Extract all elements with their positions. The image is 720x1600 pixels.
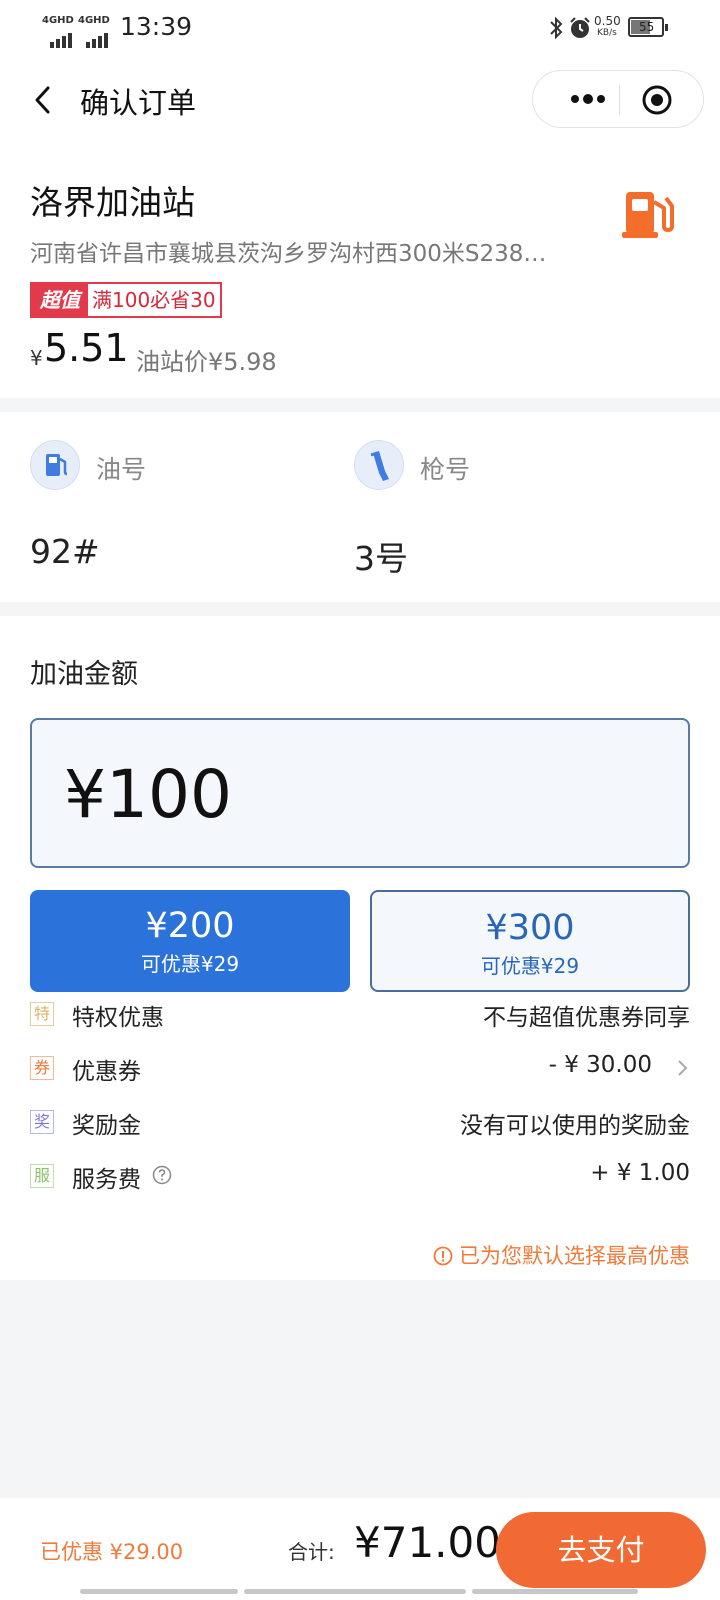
station-card: 洛界加油站 河南省许昌市襄城县茨沟乡罗沟村西300米S238… 超值 满100必… — [0, 144, 720, 398]
help-icon[interactable] — [152, 1165, 172, 1185]
promo-badge: 超值 满100必省30 — [30, 282, 222, 318]
total-amount: ¥71.00 — [354, 1518, 501, 1567]
tip-text: 已为您默认选择最高优惠 — [459, 1244, 690, 1268]
miniprogram-capsule — [532, 70, 704, 128]
amount-card: 加油金额 ¥100 ¥200 可优惠¥29 ¥300 可优惠¥29 特 特权优惠… — [0, 616, 720, 1280]
reward-row: 奖 奖励金 没有可以使用的奖励金 — [30, 1104, 690, 1144]
coupon-row[interactable]: 券 优惠券 - ¥ 30.00 — [30, 1050, 690, 1090]
chevron-right-icon — [678, 1060, 688, 1076]
alarm-icon — [570, 17, 590, 38]
signal-1-label: 4GHD — [42, 15, 74, 26]
status-bar: 4GHD 4GHD 13:39 0.50 KB/s 55 — [0, 0, 720, 56]
capsule-divider — [619, 85, 620, 115]
amount-option-200[interactable]: ¥200 可优惠¥29 — [30, 890, 350, 992]
checkout-bar: 已优惠 ¥29.00 合计: ¥71.00 去支付 — [0, 1498, 720, 1600]
amount-input[interactable]: ¥100 — [30, 718, 690, 868]
nav-bar: 确认订单 — [0, 56, 720, 144]
gesture-bar-left — [80, 1589, 238, 1594]
amount-option-discount: 可优惠¥29 — [480, 954, 580, 978]
best-discount-tip: 已为您默认选择最高优惠 — [433, 1240, 690, 1270]
signal-2-label: 4GHD — [78, 15, 110, 26]
clock: 13:39 — [120, 12, 193, 41]
reward-label: 奖励金 — [72, 1113, 141, 1139]
service-fee-label: 服务费 — [72, 1167, 141, 1193]
station-address: 河南省许昌市襄城县茨沟乡罗沟村西300米S238… — [30, 241, 547, 267]
back-arrow-icon[interactable] — [30, 84, 58, 116]
price-currency: ¥ — [30, 346, 43, 370]
coupon-label: 优惠券 — [72, 1059, 141, 1085]
reward-badge-icon: 奖 — [30, 1110, 54, 1134]
coupon-value: - ¥ 30.00 — [548, 1052, 652, 1078]
service-fee-value: + ¥ 1.00 — [590, 1160, 690, 1186]
discount-price: 5.51 — [44, 326, 129, 370]
service-badge-icon: 服 — [30, 1164, 54, 1188]
total-label: 合计: — [288, 1540, 335, 1564]
amount-option-discount: 可优惠¥29 — [140, 952, 240, 976]
reward-value: 没有可以使用的奖励金 — [460, 1113, 690, 1139]
amount-option-value: ¥200 — [145, 906, 235, 946]
gun-number-value: 3号 — [354, 539, 408, 578]
oil-number-value: 92# — [30, 532, 100, 571]
saved-amount: 已优惠 ¥29.00 — [40, 1540, 184, 1564]
promo-tag: 超值 — [32, 284, 88, 316]
signal-2-icon: 4GHD — [78, 15, 110, 48]
bluetooth-icon — [550, 16, 563, 40]
privilege-value: 不与超值优惠券同享 — [483, 1005, 690, 1031]
station-price: 油站价¥5.98 — [136, 348, 277, 376]
more-icon[interactable] — [555, 85, 617, 113]
privilege-discount-row: 特 特权优惠 不与超值优惠券同享 — [30, 996, 690, 1036]
fuel-pump-icon[interactable] — [622, 188, 676, 242]
gesture-bar-right — [472, 1589, 638, 1594]
net-speed: 0.50 — [594, 14, 621, 28]
page-title: 确认订单 — [80, 86, 197, 120]
gesture-bar-center[interactable] — [244, 1589, 466, 1594]
info-icon — [433, 1246, 453, 1266]
nozzle-icon — [354, 440, 404, 490]
station-name: 洛界加油站 — [30, 183, 195, 222]
privilege-label: 特权优惠 — [72, 1005, 164, 1031]
service-fee-row: 服 服务费 + ¥ 1.00 — [30, 1158, 690, 1198]
close-miniprogram-icon[interactable] — [641, 84, 673, 116]
amount-input-value: ¥100 — [64, 756, 232, 833]
amount-title: 加油金额 — [30, 659, 138, 690]
promo-text: 满100必省30 — [92, 288, 216, 312]
privilege-badge-icon: 特 — [30, 1002, 54, 1026]
battery-level: 55 — [639, 20, 655, 34]
fuel-selection-card: 油号 92# 枪号 3号 — [0, 412, 720, 602]
amount-option-300[interactable]: ¥300 可优惠¥29 — [370, 890, 690, 992]
battery-icon: 55 — [628, 17, 668, 37]
signal-1-icon: 4GHD — [42, 15, 74, 48]
fuel-type-icon — [30, 440, 80, 490]
oil-number-label: 油号 — [96, 455, 147, 484]
amount-option-value: ¥300 — [485, 908, 575, 948]
coupon-badge-icon: 券 — [30, 1056, 54, 1080]
net-unit: KB/s — [597, 28, 617, 38]
gun-number-label: 枪号 — [420, 455, 471, 484]
pay-button[interactable]: 去支付 — [496, 1512, 706, 1588]
